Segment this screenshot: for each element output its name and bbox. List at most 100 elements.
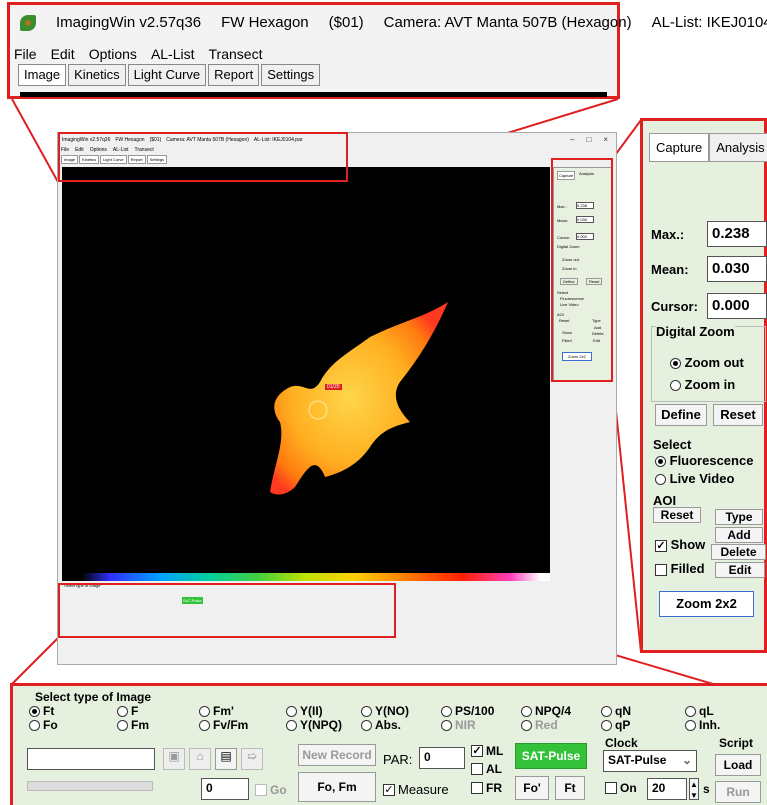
checkbox-empty-icon <box>605 782 617 794</box>
script-label: Script <box>719 736 754 750</box>
radio-ynpq[interactable]: Y(NPQ) <box>286 718 342 732</box>
fluorescence-label: Fluorescence <box>669 453 754 468</box>
tab-light-curve[interactable]: Light Curve <box>127 64 207 86</box>
fluorescence-radio[interactable]: Fluorescence <box>655 453 753 468</box>
record-name-input[interactable] <box>27 748 155 770</box>
minimize-button[interactable]: – <box>570 135 574 144</box>
zoom-in-label: Zoom in <box>684 377 736 392</box>
radio-ql[interactable]: qL <box>685 704 714 718</box>
zoom-out-radio[interactable]: Zoom out <box>670 355 744 370</box>
radio-ps100[interactable]: PS/100 <box>441 704 494 718</box>
document-icon[interactable]: ▤ <box>215 748 237 770</box>
seconds-label: s <box>703 782 710 796</box>
max-row: Max.: 0.238 <box>651 221 767 247</box>
radio-off-icon <box>29 719 40 731</box>
ft-label: Ft <box>43 704 55 718</box>
radio-npq4[interactable]: NPQ/4 <box>521 704 571 718</box>
aoi-reset-button[interactable]: Reset <box>653 507 701 523</box>
radio-nir[interactable]: NIR <box>441 718 476 732</box>
radio-off-icon <box>117 705 128 717</box>
define-button[interactable]: Define <box>655 404 707 426</box>
menu-allist[interactable]: AL-List <box>151 46 195 62</box>
add-button[interactable]: Add <box>715 527 763 543</box>
fo-fm-button[interactable]: Fo, Fm <box>298 772 376 802</box>
radio-red[interactable]: Red <box>521 718 558 732</box>
zoom-in-radio[interactable]: Zoom in <box>670 377 735 392</box>
new-record-button[interactable]: New Record <box>298 744 376 766</box>
capture-panel-zoom: Capture Analysis Max.: 0.238 Mean: 0.030… <box>640 118 767 653</box>
yno-label: Y(NO) <box>375 704 409 718</box>
cursor-label: Cursor: <box>651 298 698 314</box>
radio-off-icon <box>286 705 297 717</box>
menu-edit[interactable]: Edit <box>51 46 75 62</box>
tab-capture[interactable]: Capture <box>649 133 710 162</box>
tab-report[interactable]: Report <box>208 64 260 86</box>
open-folder-icon[interactable]: ⌂ <box>189 748 211 770</box>
fr-checkbox[interactable]: FR <box>471 781 502 795</box>
max-label: Max.: <box>651 226 685 242</box>
radio-yii[interactable]: Y(II) <box>286 704 323 718</box>
measure-checkbox[interactable]: ✓ Measure <box>383 782 449 797</box>
radio-off-icon <box>117 719 128 731</box>
al-checkbox[interactable]: AL <box>471 762 502 776</box>
radio-qp[interactable]: qP <box>601 718 630 732</box>
check-icon: ✓ <box>383 783 395 796</box>
radio-fm[interactable]: Fm <box>117 718 149 732</box>
save-icon[interactable]: ▣ <box>163 748 185 770</box>
menu-file[interactable]: File <box>14 46 37 62</box>
mean-row: Mean: 0.030 <box>651 256 767 282</box>
live-video-radio[interactable]: Live Video <box>655 471 734 486</box>
camera-label: Camera: AVT Manta 507B (Hexagon) <box>383 14 632 31</box>
tab-settings[interactable]: Settings <box>261 64 321 86</box>
ft-button[interactable]: Ft <box>555 776 585 800</box>
show-checkbox[interactable]: ✓ Show <box>655 537 705 552</box>
sat-pulse-button[interactable]: SAT-Pulse <box>515 743 587 769</box>
ps100-label: PS/100 <box>455 704 495 718</box>
delete-button[interactable]: Delete <box>711 544 766 560</box>
radio-abs[interactable]: Abs. <box>361 718 401 732</box>
go-checkbox[interactable]: Go <box>255 783 287 797</box>
fo-prime-button[interactable]: Fo' <box>515 776 549 800</box>
interval-spinner[interactable]: ▲ ▼ <box>689 778 699 800</box>
ml-label: ML <box>486 744 504 758</box>
run-button[interactable]: Run <box>715 781 761 803</box>
close-button[interactable]: × <box>603 135 608 144</box>
radio-off-icon <box>286 719 297 731</box>
radio-qn[interactable]: qN <box>601 704 631 718</box>
load-button[interactable]: Load <box>715 754 761 776</box>
qp-label: qP <box>615 718 631 732</box>
radio-fv-fm[interactable]: Fv/Fm <box>199 718 248 732</box>
ml-checkbox[interactable]: ✓ ML <box>471 744 503 758</box>
title-menu-zoom: ImagingWin v2.57q36 FW Hexagon ($01) Cam… <box>7 2 767 99</box>
radio-ft[interactable]: Ft <box>29 704 54 718</box>
zoom-2x2-button[interactable]: Zoom 2x2 <box>659 591 754 617</box>
digital-zoom-group: Digital Zoom Zoom out Zoom in <box>651 324 766 402</box>
radio-fm-prime[interactable]: Fm' <box>199 704 234 718</box>
radio-fo[interactable]: Fo <box>29 718 58 732</box>
menu-options[interactable]: Options <box>89 46 137 62</box>
export-icon[interactable]: ➯ <box>241 748 263 770</box>
edit-button[interactable]: Edit <box>715 562 765 578</box>
radio-yno[interactable]: Y(NO) <box>361 704 409 718</box>
menu-transect[interactable]: Transect <box>209 46 263 62</box>
leaf-image <box>270 302 448 495</box>
par-input[interactable]: 0 <box>419 747 465 769</box>
go-label: Go <box>270 783 287 797</box>
fluorescence-image[interactable]: 01/20 <box>62 167 550 573</box>
radio-f[interactable]: F <box>117 704 138 718</box>
tab-image[interactable]: Image <box>18 64 67 86</box>
filled-checkbox[interactable]: Filled <box>655 561 705 576</box>
checkbox-empty-icon <box>471 782 483 794</box>
tab-kinetics[interactable]: Kinetics <box>68 64 126 86</box>
checkbox-empty-icon <box>255 784 267 796</box>
checkbox-empty-icon <box>655 563 667 576</box>
clock-select[interactable]: SAT-Pulse ⌄ <box>603 750 697 772</box>
interval-input[interactable]: 20 <box>647 778 687 800</box>
record-number-input[interactable]: 0 <box>201 778 249 800</box>
type-button[interactable]: Type <box>715 509 763 525</box>
clock-on-checkbox[interactable]: On <box>605 781 637 795</box>
maximize-button[interactable]: □ <box>586 135 591 144</box>
reset-button[interactable]: Reset <box>713 404 763 426</box>
tab-analysis[interactable]: Analysis <box>709 133 767 162</box>
radio-inh[interactable]: Inh. <box>685 718 720 732</box>
